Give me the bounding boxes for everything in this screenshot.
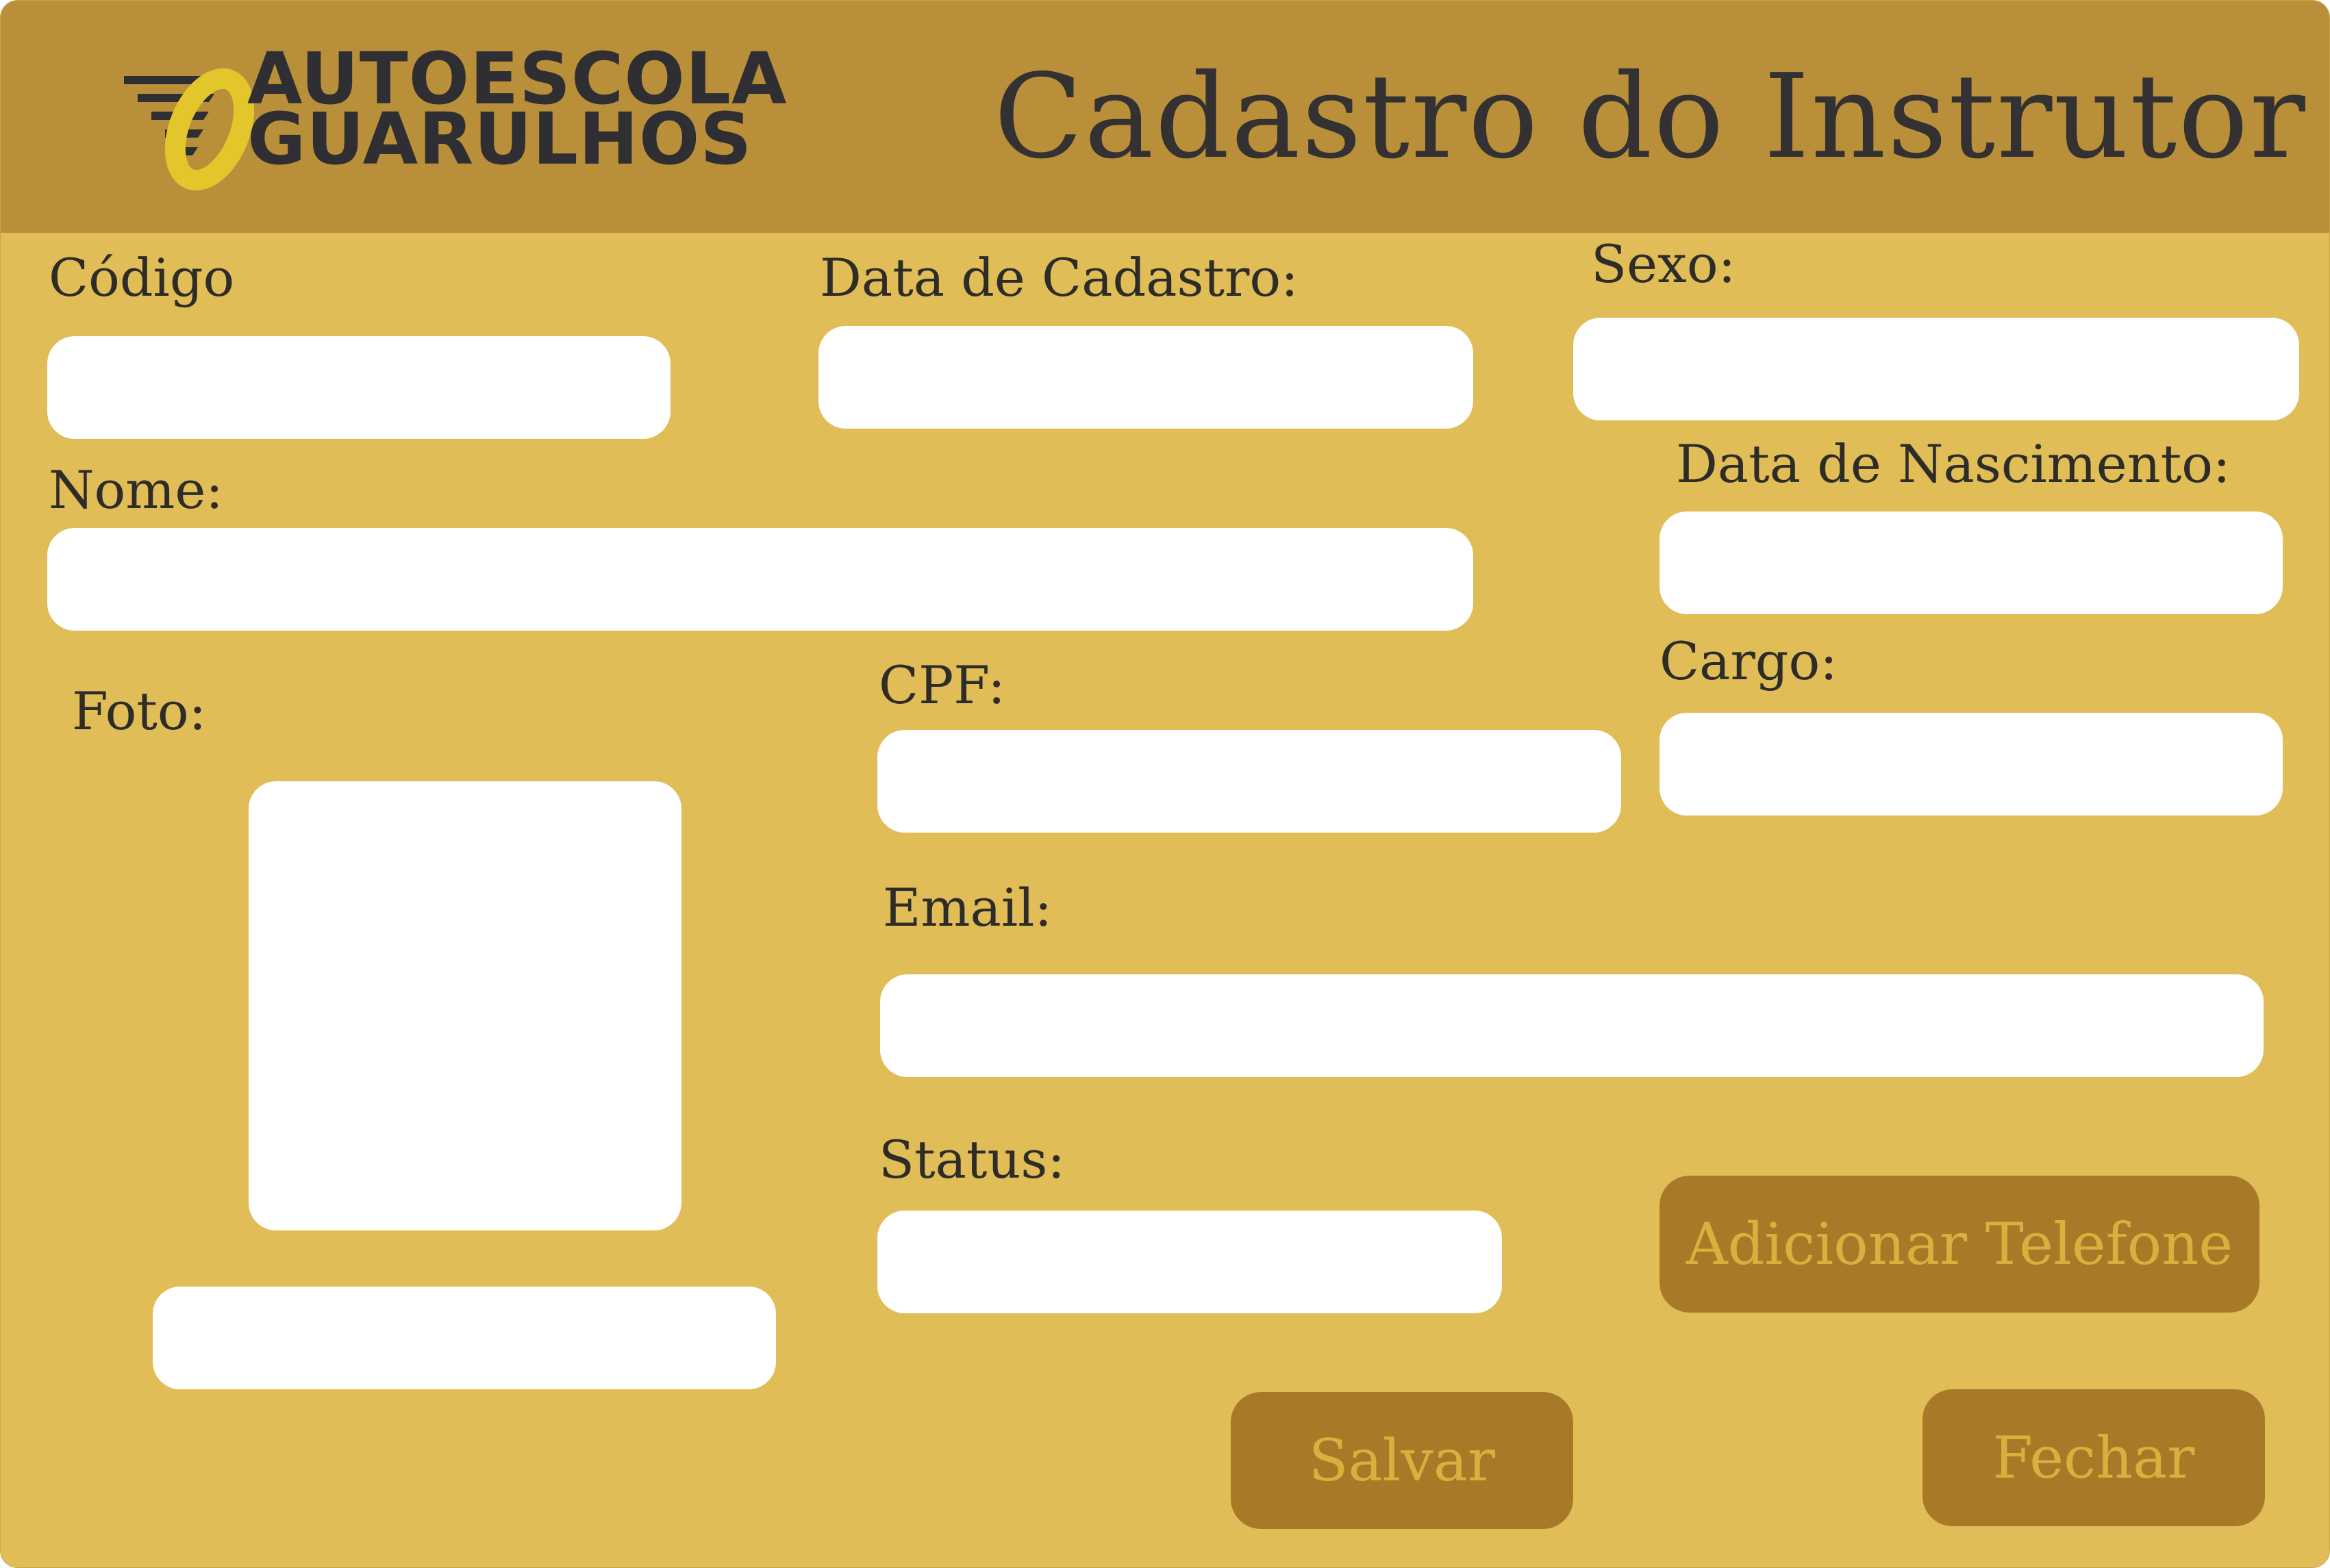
instructor-registration-window: AUTOESCOLA GUARULHOS Cadastro do Instrut… xyxy=(0,0,2330,1568)
status-field[interactable] xyxy=(877,1211,1502,1313)
email-field[interactable] xyxy=(880,974,2264,1077)
autoescola-logo: AUTOESCOLA GUARULHOS xyxy=(124,42,787,192)
sexo-label: Sexo: xyxy=(1591,233,1736,294)
data-nascimento-label: Data de Nascimento: xyxy=(1676,433,2231,494)
photo-path-field[interactable] xyxy=(153,1287,776,1389)
cargo-field[interactable] xyxy=(1659,713,2283,815)
foto-label: Foto: xyxy=(72,681,207,742)
cpf-field[interactable] xyxy=(877,730,1621,833)
email-label: Email: xyxy=(883,877,1053,938)
save-button[interactable]: Salvar xyxy=(1231,1392,1573,1529)
logo-text-line2: GUARULHOS xyxy=(247,97,753,181)
cargo-label: Cargo: xyxy=(1659,631,1838,692)
data-nascimento-field[interactable] xyxy=(1659,511,2283,614)
nome-label: Nome: xyxy=(49,459,223,520)
data-cadastro-label: Data de Cadastro: xyxy=(820,247,1299,308)
sexo-field[interactable] xyxy=(1573,318,2299,420)
photo-placeholder[interactable] xyxy=(249,781,681,1230)
close-button[interactable]: Fechar xyxy=(1922,1389,2265,1526)
data-cadastro-field[interactable] xyxy=(818,326,1473,429)
add-phone-button[interactable]: Adicionar Telefone xyxy=(1659,1176,2259,1313)
codigo-label: Código xyxy=(49,247,235,308)
nome-field[interactable] xyxy=(47,528,1473,631)
page-title: Cadastro do Instrutor xyxy=(994,49,2307,185)
cpf-label: CPF: xyxy=(879,655,1005,716)
header-bar: AUTOESCOLA GUARULHOS Cadastro do Instrut… xyxy=(1,1,2329,233)
status-label: Status: xyxy=(879,1129,1066,1190)
codigo-field[interactable] xyxy=(47,336,671,439)
